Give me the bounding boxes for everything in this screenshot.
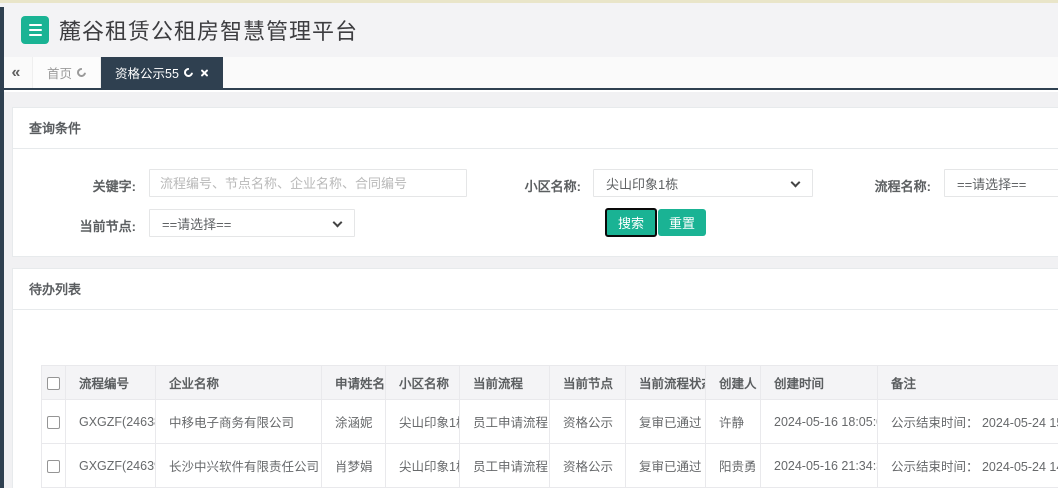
keyword-label: 关键字: <box>92 179 136 194</box>
close-icon[interactable] <box>200 68 209 77</box>
process-name-select-value: ==请选择== <box>957 176 1027 192</box>
query-form: 关键字: 小区名称: 尖山印象1栋 流程名称: ==请选择== 当前节点: ==… <box>13 149 1058 257</box>
process-name-select[interactable]: ==请选择== <box>944 169 1058 197</box>
tab-qualification-label: 资格公示55 <box>115 67 179 81</box>
community-select-value: 尖山印象1栋 <box>606 176 679 192</box>
query-panel: 查询条件 关键字: 小区名称: 尖山印象1栋 流程名称: ==请选择== 当前节… <box>12 107 1058 257</box>
table-cell: GXGZF(24638) <box>65 399 156 444</box>
column-header: 流程编号 <box>65 365 156 400</box>
table-cell: 2024-05-16 18:05:08 <box>760 399 878 444</box>
table-cell: 涂涵妮 <box>321 399 386 444</box>
current-node-select[interactable]: ==请选择== <box>149 209 355 237</box>
table-cell: 尖山印象1栋 <box>385 399 460 444</box>
current-node-label: 当前节点: <box>79 219 136 234</box>
query-panel-title: 查询条件 <box>13 108 1058 149</box>
table-cell: 资格公示 <box>549 399 626 444</box>
table-cell: 复审已通过 <box>625 399 706 444</box>
community-label: 小区名称: <box>524 179 581 194</box>
column-header: 当前节点 <box>549 365 626 400</box>
column-header: 申请姓名 <box>321 365 386 400</box>
keyword-input[interactable] <box>149 169 467 197</box>
column-header: 小区名称 <box>385 365 460 400</box>
app-title: 麓谷租赁公租房智慧管理平台 <box>59 19 359 44</box>
column-header: 创建时间 <box>760 365 878 400</box>
tab-home-label: 首页 <box>47 67 73 81</box>
current-node-select-value: ==请选择== <box>162 216 232 232</box>
column-header: 当前流程 <box>459 365 550 400</box>
process-name-label: 流程名称: <box>874 179 931 194</box>
table-cell: 员工申请流程 <box>459 443 550 488</box>
row-checkbox[interactable] <box>47 415 60 429</box>
tab-bar: 首页 资格公示55 <box>0 57 1058 90</box>
table-cell: GXGZF(24639) <box>65 443 156 488</box>
table-row: GXGZF(24639)长沙中兴软件有限责任公司肖梦娟尖山印象1栋员工申请流程资… <box>41 443 1058 488</box>
tab-home[interactable]: 首页 <box>32 57 102 88</box>
table-row: GXGZF(24638)中移电子商务有限公司涂涵妮尖山印象1栋员工申请流程资格公… <box>41 399 1058 444</box>
table-header-row: 流程编号企业名称申请姓名小区名称当前流程当前节点当前流程状态创建人创建时间备注 <box>41 365 1058 400</box>
table-cell: 尖山印象1栋 <box>385 443 460 488</box>
chevron-down-icon <box>790 177 801 188</box>
sidebar-collapsed-edge <box>0 7 4 488</box>
row-checkbox[interactable] <box>47 459 60 473</box>
hamburger-icon <box>28 24 42 36</box>
column-header: 创建人 <box>705 365 761 400</box>
menu-toggle-button[interactable] <box>21 16 49 44</box>
refresh-icon[interactable] <box>182 66 195 79</box>
select-all-checkbox[interactable] <box>47 376 60 390</box>
table-cell: 复审已通过 <box>625 443 706 488</box>
table-cell: 长沙中兴软件有限责任公司 <box>155 443 322 488</box>
table-cell: 中移电子商务有限公司 <box>155 399 322 444</box>
table-cell: 公示结束时间： 2024-05-24 14:10:45 <box>877 443 1058 488</box>
table-cell: 公示结束时间： 2024-05-24 15:38:56 <box>877 399 1058 444</box>
tab-qualification-publicity[interactable]: 资格公示55 <box>101 57 223 88</box>
chevron-down-icon <box>332 217 343 228</box>
app-header: 麓谷租赁公租房智慧管理平台 <box>0 3 1058 57</box>
table-cell: 资格公示 <box>549 443 626 488</box>
todo-table-wrap: 流程编号企业名称申请姓名小区名称当前流程当前节点当前流程状态创建人创建时间备注G… <box>41 365 1058 488</box>
content-area: 查询条件 关键字: 小区名称: 尖山印象1栋 流程名称: ==请选择== 当前节… <box>0 92 1058 488</box>
todo-panel: 待办列表 流程编号企业名称申请姓名小区名称当前流程当前节点当前流程状态创建人创建… <box>12 268 1058 488</box>
table-cell: 员工申请流程 <box>459 399 550 444</box>
todo-panel-title: 待办列表 <box>13 269 1058 310</box>
refresh-icon[interactable] <box>75 66 88 79</box>
column-header: 企业名称 <box>155 365 322 400</box>
table-cell: 2024-05-16 21:34:35 <box>760 443 878 488</box>
community-select[interactable]: 尖山印象1栋 <box>593 169 813 197</box>
double-chevron-left-icon[interactable] <box>0 57 32 88</box>
column-header: 当前流程状态 <box>625 365 706 400</box>
table-cell: 肖梦娟 <box>321 443 386 488</box>
search-button[interactable]: 搜索 <box>605 208 658 237</box>
table-cell: 许静 <box>705 399 761 444</box>
todo-table: 流程编号企业名称申请姓名小区名称当前流程当前节点当前流程状态创建人创建时间备注G… <box>41 365 1058 488</box>
column-header: 备注 <box>877 365 1058 400</box>
top-accent-strip <box>0 0 1058 3</box>
reset-button[interactable]: 重置 <box>658 209 707 236</box>
table-cell: 阳贵勇 <box>705 443 761 488</box>
